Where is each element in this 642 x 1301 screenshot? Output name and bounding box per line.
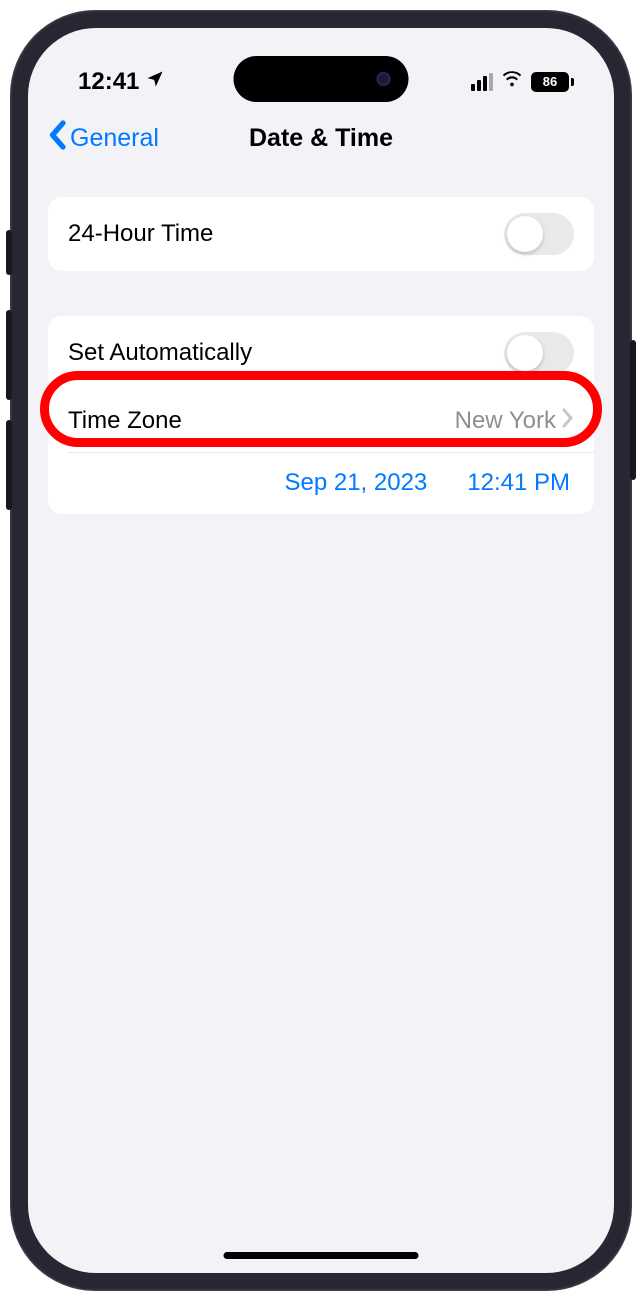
screen: 12:41 86: [28, 28, 614, 1273]
status-time-area: 12:41: [78, 68, 165, 96]
toggle-knob: [507, 216, 543, 252]
toggle-knob: [507, 335, 543, 371]
timezone-row[interactable]: Time Zone New York: [48, 390, 594, 452]
time-picker[interactable]: 12:41 PM: [467, 469, 570, 497]
side-button: [6, 230, 12, 275]
chevron-right-icon: [562, 407, 574, 435]
date-picker[interactable]: Sep 21, 2023: [284, 469, 427, 497]
settings-content: 24-Hour Time Set Automatically: [28, 177, 614, 579]
twentyfour-hour-label: 24-Hour Time: [68, 220, 213, 248]
cellular-signal-icon: [471, 73, 493, 91]
settings-group-2: Set Automatically Time Zone New York: [48, 316, 594, 514]
back-button[interactable]: General: [46, 120, 159, 157]
set-automatically-label: Set Automatically: [68, 339, 252, 367]
timezone-label: Time Zone: [68, 407, 182, 435]
dynamic-island: [234, 56, 409, 102]
status-indicators: 86: [471, 68, 574, 95]
timezone-value-area: New York: [455, 407, 574, 435]
battery-indicator: 86: [531, 72, 574, 92]
page-title: Date & Time: [249, 124, 393, 153]
home-indicator[interactable]: [224, 1252, 419, 1259]
twentyfour-hour-toggle[interactable]: [504, 213, 574, 255]
set-automatically-row[interactable]: Set Automatically: [48, 316, 594, 390]
volume-down-button: [6, 420, 12, 510]
navigation-bar: General Date & Time: [28, 108, 614, 177]
status-time: 12:41: [78, 68, 139, 96]
camera-icon: [377, 72, 391, 86]
volume-up-button: [6, 310, 12, 400]
settings-group-1: 24-Hour Time: [48, 197, 594, 271]
chevron-left-icon: [46, 120, 68, 157]
battery-percentage: 86: [543, 74, 557, 89]
set-automatically-toggle[interactable]: [504, 332, 574, 374]
wifi-icon: [501, 68, 523, 95]
twentyfour-hour-row[interactable]: 24-Hour Time: [48, 197, 594, 271]
phone-frame: 12:41 86: [10, 10, 632, 1291]
location-icon: [145, 69, 165, 95]
power-button: [630, 340, 636, 480]
timezone-value: New York: [455, 407, 556, 435]
back-label: General: [70, 124, 159, 153]
datetime-row: Sep 21, 2023 12:41 PM: [48, 452, 594, 514]
